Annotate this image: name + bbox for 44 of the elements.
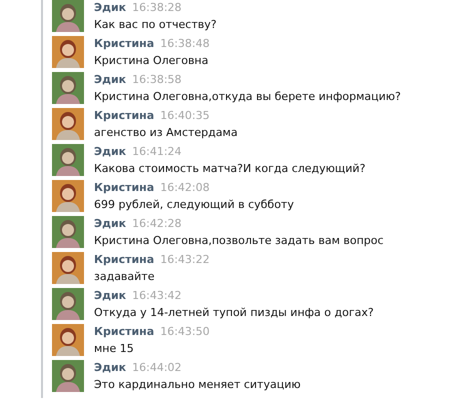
avatar-icon	[52, 72, 84, 104]
message-time: 16:43:22	[160, 253, 210, 266]
author-name[interactable]: Эдик	[94, 1, 126, 14]
author-name[interactable]: Эдик	[94, 145, 126, 158]
author-name[interactable]: Кристина	[94, 253, 154, 266]
author-name[interactable]: Кристина	[94, 181, 154, 194]
message-text: Кристина Олеговна	[94, 53, 210, 68]
author-name[interactable]: Эдик	[94, 361, 126, 374]
message-time: 16:38:58	[132, 73, 182, 86]
avatar-icon	[52, 360, 84, 392]
avatar-icon	[52, 36, 84, 68]
message-time: 16:40:35	[160, 109, 210, 122]
message-time: 16:43:42	[132, 289, 182, 302]
author-name[interactable]: Эдик	[94, 73, 126, 86]
avatar-icon	[52, 216, 84, 248]
message-time: 16:42:28	[132, 217, 182, 230]
message-text: Кристина Олеговна,позвольте задать вам вопрос	[94, 233, 384, 248]
author-name[interactable]: Кристина	[94, 109, 154, 122]
message-time: 16:43:50	[160, 325, 210, 338]
message-time: 16:38:28	[132, 1, 182, 14]
author-name[interactable]: Кристина	[94, 37, 154, 50]
author-name[interactable]: Эдик	[94, 289, 126, 302]
message-text: Это кардинально меняет ситуацию	[94, 377, 301, 392]
message-text: Какова стоимость матча?И когда следующий?	[94, 161, 366, 176]
message-time: 16:38:48	[160, 37, 210, 50]
message-text: 699 рублей, следующий в субботу	[94, 197, 294, 212]
message-time: 16:41:24	[132, 145, 182, 158]
avatar-icon	[52, 324, 84, 356]
author-name[interactable]: Эдик	[94, 217, 126, 230]
message-text: мне 15	[94, 341, 135, 356]
message-text: задавайте	[94, 269, 156, 284]
message-text: Как вас по отчеству?	[94, 17, 217, 32]
avatar-icon	[52, 0, 84, 32]
avatar-icon	[52, 108, 84, 140]
message-text: агенство из Амстердама	[94, 125, 238, 140]
avatar-icon	[52, 144, 84, 176]
avatar-icon	[52, 252, 84, 284]
message-text: Откуда у 14-летней тупой пизды инфа о догах?	[94, 305, 374, 320]
author-name[interactable]: Кристина	[94, 325, 154, 338]
message-text: Кристина Олеговна,откуда вы берете информацию?	[94, 89, 401, 104]
message-time: 16:42:08	[160, 181, 210, 194]
avatar-icon	[52, 180, 84, 212]
message-time: 16:44:02	[132, 361, 182, 374]
avatar-icon	[52, 288, 84, 320]
